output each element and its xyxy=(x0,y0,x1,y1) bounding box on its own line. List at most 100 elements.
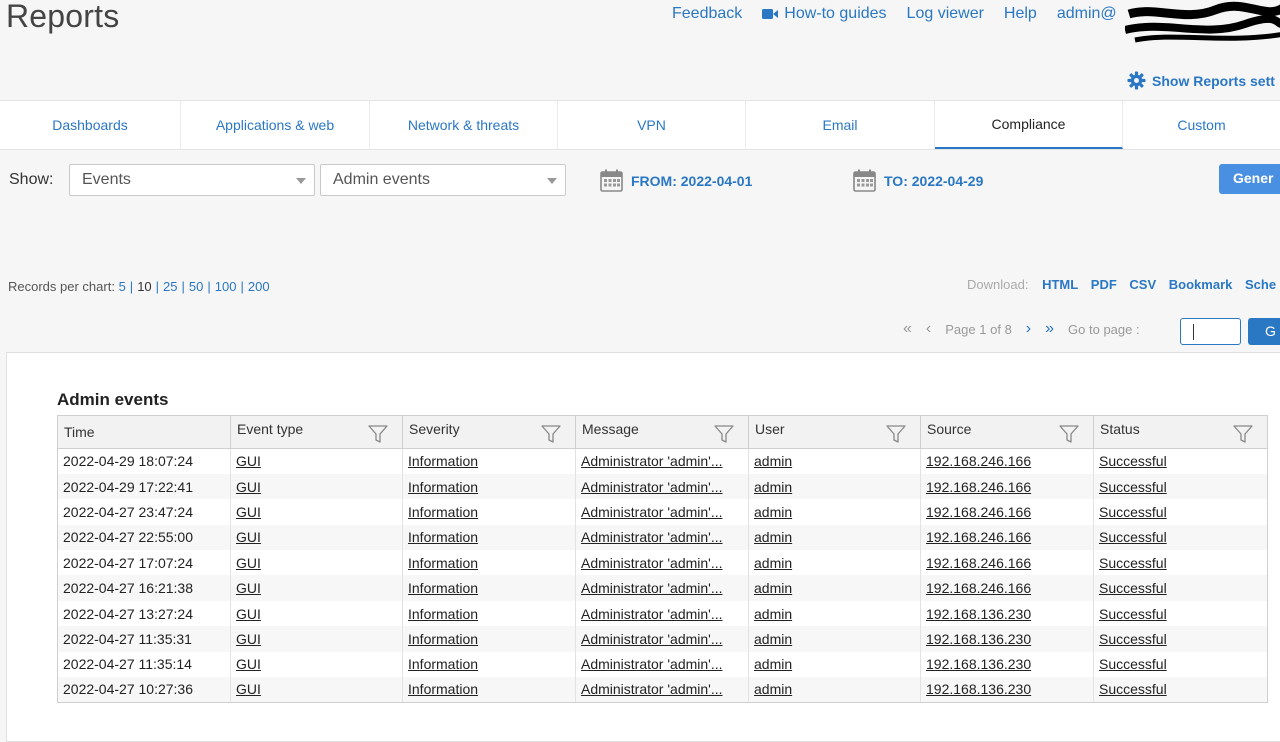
cell-message[interactable]: Administrator 'admin'... xyxy=(575,499,749,525)
records-option-50[interactable]: 50 xyxy=(189,279,203,294)
to-date-picker[interactable]: TO: 2022-04-29 xyxy=(853,169,983,192)
cell-user[interactable]: admin xyxy=(748,575,921,601)
cell-status[interactable]: Successful xyxy=(1093,677,1268,703)
filter-icon[interactable] xyxy=(368,425,388,444)
records-option-25[interactable]: 25 xyxy=(163,279,177,294)
cell-severity[interactable]: Information xyxy=(402,448,576,474)
column-header-status[interactable]: Status xyxy=(1093,415,1268,449)
cell-message[interactable]: Administrator 'admin'... xyxy=(575,550,749,576)
cell-user[interactable]: admin xyxy=(748,651,921,678)
cell-message[interactable]: Administrator 'admin'... xyxy=(575,448,749,474)
next-page-icon[interactable]: › xyxy=(1026,320,1031,338)
cell-source[interactable]: 192.168.246.166 xyxy=(920,473,1094,500)
cell-message[interactable]: Administrator 'admin'... xyxy=(575,651,749,678)
report-category-select[interactable]: Events xyxy=(69,164,315,196)
records-option-5[interactable]: 5 xyxy=(119,279,126,294)
cell-severity[interactable]: Information xyxy=(402,651,576,678)
cell-message[interactable]: Administrator 'admin'... xyxy=(575,524,749,551)
cell-source[interactable]: 192.168.246.166 xyxy=(920,499,1094,525)
filter-icon[interactable] xyxy=(1059,425,1079,444)
tab-custom[interactable]: Custom xyxy=(1123,101,1280,149)
cell-status[interactable]: Successful xyxy=(1093,448,1268,474)
cell-event-type[interactable]: GUI xyxy=(230,600,403,627)
cell-event-type[interactable]: GUI xyxy=(230,677,403,703)
cell-status[interactable]: Successful xyxy=(1093,550,1268,576)
admin-user-menu[interactable]: admin@ xyxy=(1057,5,1117,23)
tab-vpn[interactable]: VPN xyxy=(558,101,746,149)
last-page-icon[interactable]: » xyxy=(1045,320,1054,338)
tab-dashboards[interactable]: Dashboards xyxy=(0,101,181,149)
show-report-settings-link[interactable]: Show Reports sett xyxy=(1127,71,1275,90)
tab-applications-web[interactable]: Applications & web xyxy=(181,101,370,149)
cell-user[interactable]: admin xyxy=(748,550,921,576)
column-header-message[interactable]: Message xyxy=(575,415,749,449)
cell-user[interactable]: admin xyxy=(748,626,921,652)
cell-status[interactable]: Successful xyxy=(1093,473,1268,500)
download-csv-link[interactable]: CSV xyxy=(1129,277,1156,292)
cell-source[interactable]: 192.168.246.166 xyxy=(920,550,1094,576)
cell-user[interactable]: admin xyxy=(748,473,921,500)
tab-email[interactable]: Email xyxy=(746,101,935,149)
cell-user[interactable]: admin xyxy=(748,600,921,627)
cell-severity[interactable]: Information xyxy=(402,677,576,703)
column-header-event-type[interactable]: Event type xyxy=(230,415,403,449)
filter-icon[interactable] xyxy=(1233,425,1253,444)
from-date-picker[interactable]: FROM: 2022-04-01 xyxy=(600,169,752,192)
cell-event-type[interactable]: GUI xyxy=(230,473,403,500)
cell-status[interactable]: Successful xyxy=(1093,651,1268,678)
cell-user[interactable]: admin xyxy=(748,448,921,474)
cell-status[interactable]: Successful xyxy=(1093,499,1268,525)
cell-user[interactable]: admin xyxy=(748,499,921,525)
cell-source[interactable]: 192.168.246.166 xyxy=(920,524,1094,551)
generate-button[interactable]: Gener xyxy=(1219,164,1280,194)
cell-severity[interactable]: Information xyxy=(402,626,576,652)
cell-event-type[interactable]: GUI xyxy=(230,575,403,601)
filter-icon[interactable] xyxy=(541,425,561,444)
help-link[interactable]: Help xyxy=(1004,5,1037,23)
go-button[interactable]: G xyxy=(1248,318,1280,345)
prev-page-icon[interactable]: ‹ xyxy=(926,320,931,338)
cell-message[interactable]: Administrator 'admin'... xyxy=(575,473,749,500)
log-viewer-link[interactable]: Log viewer xyxy=(907,5,984,23)
feedback-link[interactable]: Feedback xyxy=(672,5,742,23)
cell-event-type[interactable]: GUI xyxy=(230,524,403,551)
cell-source[interactable]: 192.168.136.230 xyxy=(920,651,1094,678)
cell-severity[interactable]: Information xyxy=(402,473,576,500)
cell-severity[interactable]: Information xyxy=(402,499,576,525)
bookmark-link[interactable]: Bookmark xyxy=(1169,277,1233,292)
schedule-link[interactable]: Sche xyxy=(1245,277,1276,292)
filter-icon[interactable] xyxy=(714,425,734,444)
cell-source[interactable]: 192.168.246.166 xyxy=(920,575,1094,601)
cell-event-type[interactable]: GUI xyxy=(230,651,403,678)
download-pdf-link[interactable]: PDF xyxy=(1091,277,1117,292)
cell-status[interactable]: Successful xyxy=(1093,626,1268,652)
records-option-100[interactable]: 100 xyxy=(215,279,237,294)
cell-user[interactable]: admin xyxy=(748,677,921,703)
cell-severity[interactable]: Information xyxy=(402,550,576,576)
column-header-time[interactable]: Time xyxy=(57,415,231,449)
cell-message[interactable]: Administrator 'admin'... xyxy=(575,575,749,601)
first-page-icon[interactable]: « xyxy=(903,320,912,338)
cell-source[interactable]: 192.168.136.230 xyxy=(920,600,1094,627)
column-header-user[interactable]: User xyxy=(748,415,921,449)
cell-message[interactable]: Administrator 'admin'... xyxy=(575,600,749,627)
cell-message[interactable]: Administrator 'admin'... xyxy=(575,626,749,652)
cell-event-type[interactable]: GUI xyxy=(230,550,403,576)
tab-network-threats[interactable]: Network & threats xyxy=(370,101,558,149)
records-option-10[interactable]: 10 xyxy=(137,279,151,294)
cell-severity[interactable]: Information xyxy=(402,575,576,601)
how-to-guides-link[interactable]: How-to guides xyxy=(762,5,887,23)
cell-severity[interactable]: Information xyxy=(402,600,576,627)
cell-event-type[interactable]: GUI xyxy=(230,499,403,525)
cell-event-type[interactable]: GUI xyxy=(230,626,403,652)
cell-message[interactable]: Administrator 'admin'... xyxy=(575,677,749,703)
go-to-page-input[interactable] xyxy=(1180,318,1241,345)
filter-icon[interactable] xyxy=(886,425,906,444)
cell-user[interactable]: admin xyxy=(748,524,921,551)
report-type-select[interactable]: Admin events xyxy=(320,164,566,196)
cell-status[interactable]: Successful xyxy=(1093,524,1268,551)
download-html-link[interactable]: HTML xyxy=(1042,277,1078,292)
cell-source[interactable]: 192.168.136.230 xyxy=(920,626,1094,652)
cell-severity[interactable]: Information xyxy=(402,524,576,551)
column-header-source[interactable]: Source xyxy=(920,415,1094,449)
